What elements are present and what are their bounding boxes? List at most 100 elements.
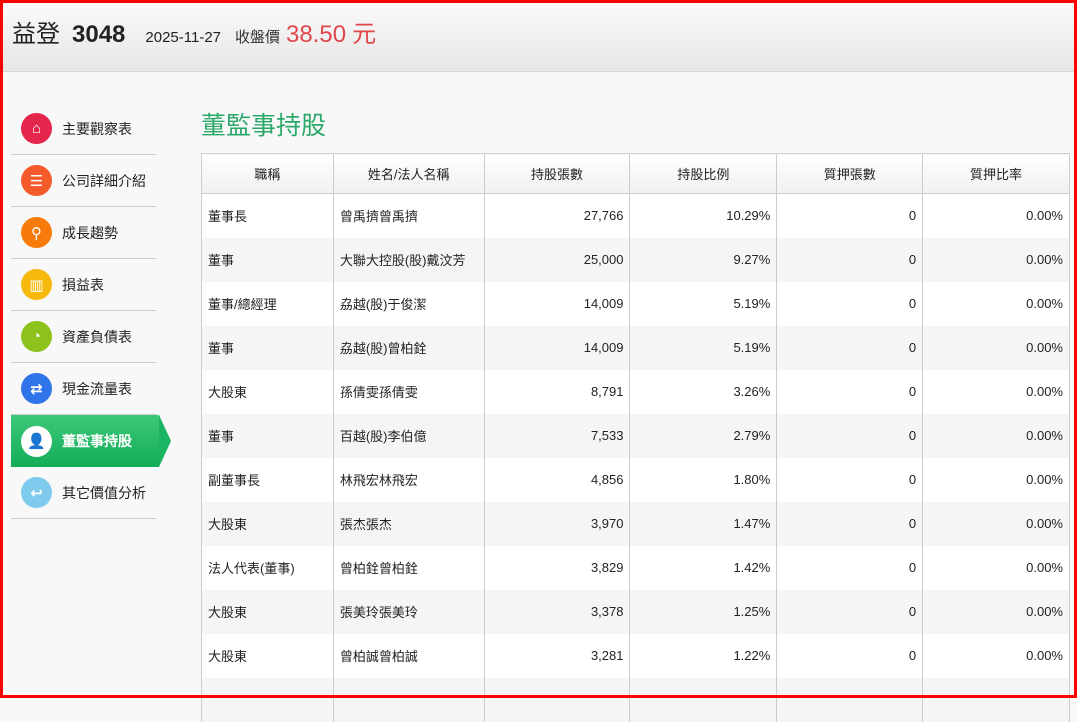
table-cell: 4,856 — [483, 457, 631, 502]
table-row: 董事長 曾禹擠曾禹擠 27,766 10.29% 0 0.00% — [201, 193, 1070, 238]
table-cell: 0 — [776, 589, 924, 634]
stock-name: 益登 — [12, 21, 60, 48]
sidebar-item-4[interactable]: ◔ 資產負債表 — [11, 311, 156, 363]
table-row: 大股東 張杰張杰 3,970 1.47% 0 0.00% — [201, 501, 1070, 546]
table-cell: 14,009 — [483, 281, 631, 326]
reply-icon: ↩ — [21, 477, 52, 508]
table-row: 董事/總經理 劦越(股)于俊潔 14,009 5.19% 0 0.00% — [201, 281, 1070, 326]
table-cell: 0 — [776, 193, 924, 238]
table-cell: 0.00% — [922, 325, 1070, 370]
quote-date: 2025-11-27 — [145, 29, 222, 46]
table-cell: 法人代表(董事) — [201, 545, 334, 590]
sidebar-item-0[interactable]: ⌂ 主要觀察表 — [11, 103, 156, 155]
table-cell: 曾柏銓曾柏銓 — [332, 545, 485, 590]
table-cell: 25,000 — [483, 237, 631, 282]
sidebar-item-1[interactable]: ☰ 公司詳細介紹 — [11, 155, 156, 207]
table-cell: 1.25% — [629, 589, 778, 634]
stock-code: 3048 — [72, 21, 126, 48]
table-cell: 大股東 — [201, 589, 334, 634]
table-cell: 5.19% — [629, 325, 778, 370]
table-header-row: 職稱 姓名/法人名稱 持股張數 持股比例 質押張數 質押比率 — [201, 153, 1070, 194]
table-cell: 3,829 — [483, 545, 631, 590]
table-cell — [922, 677, 1070, 722]
table-cell: 5.19% — [629, 281, 778, 326]
table-cell: 1.22% — [629, 633, 778, 678]
table-cell: 董事 — [201, 237, 334, 282]
table-cell: 2.79% — [629, 413, 778, 458]
table-cell: 林飛宏林飛宏 — [332, 457, 485, 502]
table-cell: 8,791 — [483, 369, 631, 414]
table-cell: 張杰張杰 — [332, 501, 485, 546]
sidebar-item-7[interactable]: ↩ 其它價值分析 — [11, 467, 156, 519]
table-cell: 董事/總經理 — [201, 281, 334, 326]
table-cell — [332, 677, 485, 722]
table-cell: 0.00% — [922, 633, 1070, 678]
sidebar-item-label: 其它價值分析 — [62, 484, 146, 501]
sidebar-item-5[interactable]: ⇄ 現金流量表 — [11, 363, 156, 415]
column-header[interactable]: 持股張數 — [483, 153, 631, 194]
search-icon: ⚲ — [21, 217, 52, 248]
user-icon: 👤 — [21, 425, 52, 457]
table-row: 董事 大聯大控股(股)戴汶芳 25,000 9.27% 0 0.00% — [201, 237, 1070, 282]
sidebar-nav: ⌂ 主要觀察表 ☰ 公司詳細介紹 ⚲ 成長趨勢 ▥ 損益表 ◔ 資產負債表 ⇄ 現金流量表 👤 董監事持股… — [11, 103, 171, 519]
table-cell: 0.00% — [922, 237, 1070, 282]
table-cell: 大股東 — [201, 369, 334, 414]
table-cell: 0.00% — [922, 369, 1070, 414]
table-cell: 3,281 — [483, 633, 631, 678]
table-cell: 1.47% — [629, 501, 778, 546]
table-cell: 百越(股)李伯億 — [332, 413, 485, 458]
table-row — [201, 677, 1070, 722]
exchange-icon: ⇄ — [21, 373, 52, 404]
table-cell: 10.29% — [629, 193, 778, 238]
price-unit: 元 — [352, 21, 377, 48]
table-cell: 董事長 — [201, 193, 334, 238]
table-cell: 1.42% — [629, 545, 778, 590]
sidebar-item-label: 現金流量表 — [62, 380, 132, 397]
table-cell: 0 — [776, 457, 924, 502]
table-cell: 0 — [776, 633, 924, 678]
sidebar-item-2[interactable]: ⚲ 成長趨勢 — [11, 207, 156, 259]
table-row: 董事 百越(股)李伯億 7,533 2.79% 0 0.00% — [201, 413, 1070, 458]
table-cell: 大股東 — [201, 633, 334, 678]
table-cell: 9.27% — [629, 237, 778, 282]
close-price: 38.50 — [286, 21, 347, 48]
column-header[interactable]: 姓名/法人名稱 — [332, 153, 485, 194]
page-title: 董監事持股 — [201, 112, 327, 140]
table-row: 副董事長 林飛宏林飛宏 4,856 1.80% 0 0.00% — [201, 457, 1070, 502]
table-cell: 董事 — [201, 325, 334, 370]
table-cell: 0 — [776, 501, 924, 546]
table-cell: 大聯大控股(股)戴汶芳 — [332, 237, 485, 282]
table-cell: 14,009 — [483, 325, 631, 370]
table-cell — [629, 677, 778, 722]
sidebar-item-3[interactable]: ▥ 損益表 — [11, 259, 156, 311]
table-cell: 曾禹擠曾禹擠 — [332, 193, 485, 238]
table-cell: 0 — [776, 325, 924, 370]
table-cell: 0 — [776, 413, 924, 458]
table-cell — [776, 677, 924, 722]
holdings-table: 職稱 姓名/法人名稱 持股張數 持股比例 質押張數 質押比率 董事長 曾禹擠曾禹擠 27,76… — [201, 153, 1070, 722]
table-cell: 0.00% — [922, 193, 1070, 238]
table-cell: 0 — [776, 281, 924, 326]
list-icon: ☰ — [21, 165, 52, 196]
table-cell: 0.00% — [922, 545, 1070, 590]
bar-chart-icon: ▥ — [21, 269, 52, 300]
sidebar-item-label: 損益表 — [62, 276, 104, 293]
column-header[interactable]: 質押張數 — [776, 153, 924, 194]
table-cell: 0 — [776, 369, 924, 414]
column-header[interactable]: 職稱 — [201, 153, 334, 194]
table-row: 大股東 張美玲張美玲 3,378 1.25% 0 0.00% — [201, 589, 1070, 634]
sidebar-item-label: 董監事持股 — [62, 433, 132, 449]
column-header[interactable]: 質押比率 — [922, 153, 1070, 194]
table-cell: 0.00% — [922, 589, 1070, 634]
table-row: 法人代表(董事) 曾柏銓曾柏銓 3,829 1.42% 0 0.00% — [201, 545, 1070, 590]
sidebar-item-label: 主要觀察表 — [62, 120, 132, 137]
table-cell: 3,378 — [483, 589, 631, 634]
close-price-label: 收盤價 — [235, 29, 281, 46]
table-row: 董事 劦越(股)曾柏銓 14,009 5.19% 0 0.00% — [201, 325, 1070, 370]
table-cell: 27,766 — [483, 193, 631, 238]
column-header[interactable]: 持股比例 — [629, 153, 778, 194]
table-cell: 0.00% — [922, 413, 1070, 458]
sidebar-item-6[interactable]: 👤 董監事持股 — [11, 415, 171, 467]
table-cell: 0 — [776, 237, 924, 282]
table-cell: 曾柏誠曾柏誠 — [332, 633, 485, 678]
